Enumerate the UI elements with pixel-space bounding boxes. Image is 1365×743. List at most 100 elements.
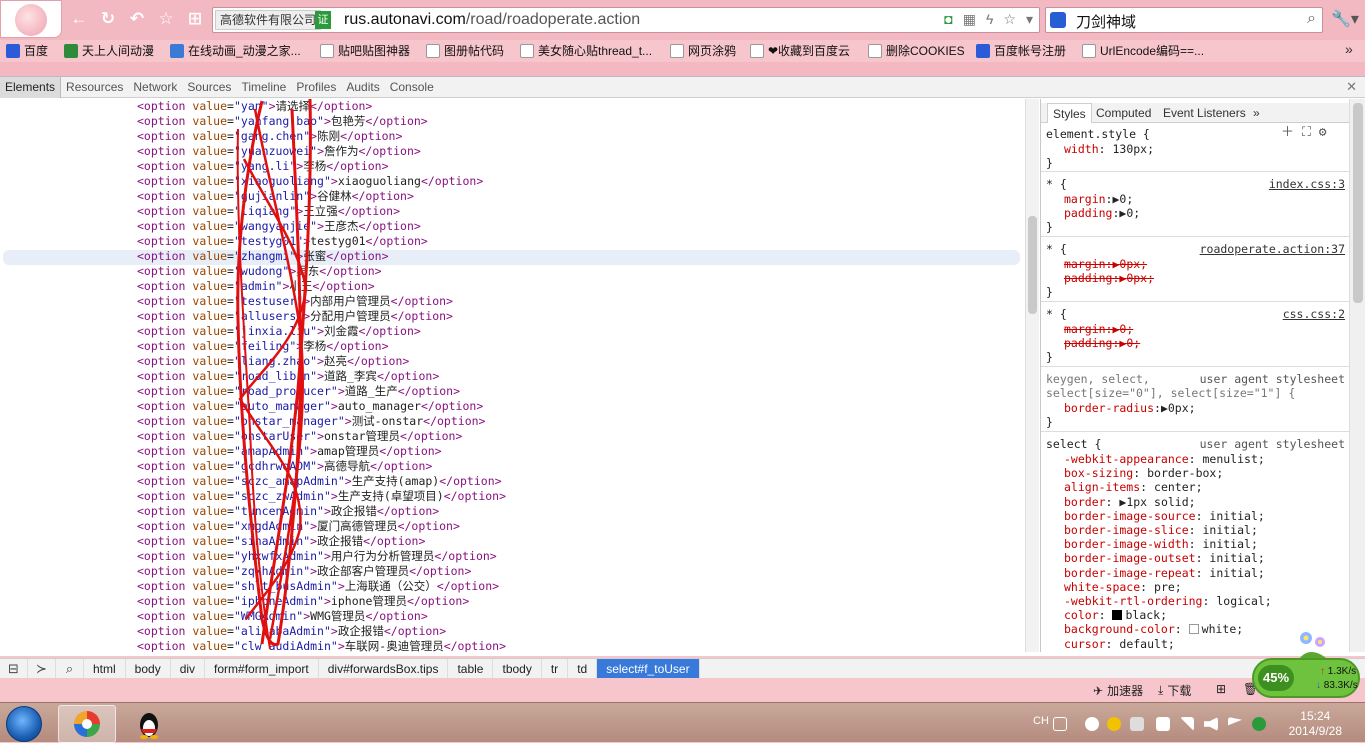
breadcrumb-item[interactable]: tr bbox=[542, 658, 569, 680]
dock-icon[interactable]: ⊟ bbox=[0, 658, 28, 680]
breadcrumb-item[interactable]: html bbox=[84, 658, 126, 680]
dom-node-option[interactable]: <option value="shlt_busAdmin">上海联通（公交）</… bbox=[137, 579, 499, 594]
style-property[interactable]: border-radius:▶0px; bbox=[1064, 401, 1196, 415]
dom-node-option[interactable]: <option value="liang.zhao">赵亮</option> bbox=[137, 354, 409, 369]
style-property[interactable]: box-sizing: border-box; bbox=[1064, 466, 1223, 480]
breadcrumb-item[interactable]: tbody bbox=[493, 658, 542, 680]
dom-node-option[interactable]: <option value="yang.li">李杨</option> bbox=[137, 159, 389, 174]
search-icon[interactable]: ⌕ bbox=[1307, 10, 1316, 28]
style-property[interactable]: -webkit-appearance: menulist; bbox=[1064, 452, 1265, 466]
dom-node-option[interactable]: <option value="onstarUser">onstar管理员</op… bbox=[137, 429, 462, 444]
search-box[interactable]: 🐾 刀剑神域 ⌕ bbox=[1045, 7, 1323, 33]
breadcrumb-item[interactable]: table bbox=[448, 658, 494, 680]
qq-tray-icon[interactable] bbox=[1107, 717, 1121, 731]
tab-audits[interactable]: Audits bbox=[341, 77, 384, 98]
style-property[interactable]: background-color: white; bbox=[1064, 622, 1243, 636]
breadcrumb-item[interactable]: select#f_toUser bbox=[597, 658, 700, 680]
dom-node-option[interactable]: <option value="WMGAdmin">WMG管理员</option> bbox=[137, 609, 428, 624]
dom-node-option[interactable]: <option value="zqkhAdmin">政企部客户管理员</opti… bbox=[137, 564, 471, 579]
style-property[interactable]: color: black; bbox=[1064, 608, 1167, 622]
refresh-icon[interactable]: ↻ bbox=[97, 8, 119, 30]
qr-icon[interactable]: ▦ bbox=[963, 11, 976, 28]
url-text[interactable]: rus.autonavi.com/road/roadoperate.action bbox=[344, 11, 640, 29]
more-tabs-icon[interactable]: » bbox=[1248, 103, 1265, 123]
rule-source-link[interactable]: css.css:2 bbox=[1283, 307, 1345, 321]
style-property[interactable]: -webkit-rtl-ordering: logical; bbox=[1064, 594, 1272, 608]
address-bar[interactable]: 高德软件有限公司 证 rus.autonavi.com/road/roadope… bbox=[212, 7, 1040, 33]
dom-node-option[interactable]: <option value="wudong">吴东</option> bbox=[137, 264, 382, 279]
usb-icon[interactable] bbox=[1156, 717, 1170, 731]
dom-tree[interactable]: <option value="yan">请选择</option> <option … bbox=[0, 99, 1025, 652]
bookmark-item[interactable]: 贴吧贴图神器 bbox=[320, 42, 410, 59]
dom-node-option[interactable]: <option value="gujianlin">谷健林</option> bbox=[137, 189, 414, 204]
dom-node-option[interactable]: <option value="road_producer">道路_生产</opt… bbox=[137, 384, 460, 399]
new-window-icon[interactable]: ⊞ bbox=[1216, 682, 1226, 696]
breadcrumb-item[interactable]: body bbox=[126, 658, 171, 680]
bookmark-item[interactable]: 百度 bbox=[6, 42, 48, 59]
dom-node-option[interactable]: <option value="road_libin">道路_李宾</option… bbox=[137, 369, 439, 384]
signal-icon[interactable] bbox=[1180, 717, 1194, 731]
overridden-property[interactable]: margin:▶0px; bbox=[1064, 257, 1147, 271]
dom-node-option[interactable]: <option value="testuser">内部用户管理员</option… bbox=[137, 294, 453, 309]
dom-node-option[interactable]: <option value="feiling">李杨</option> bbox=[137, 339, 389, 354]
dom-node-option[interactable]: <option value="clw_audiAdmin">车联网-奥迪管理员<… bbox=[137, 639, 506, 652]
security-tray-icon[interactable] bbox=[1252, 717, 1266, 731]
style-property[interactable]: margin:▶0; bbox=[1064, 192, 1133, 206]
dom-node-option[interactable]: <option value="sinaAdmin">政企报错</option> bbox=[137, 534, 425, 549]
volume-icon[interactable] bbox=[1204, 717, 1218, 731]
dom-node-option[interactable]: <option value="liqiang">王立强</option> bbox=[137, 204, 400, 219]
taskbar-qq-app[interactable] bbox=[120, 705, 178, 743]
style-actions[interactable]: ＋ ⛶ ⚙ bbox=[1281, 126, 1327, 140]
overridden-property[interactable]: padding:▶0; bbox=[1064, 336, 1140, 350]
wrench-menu-icon[interactable]: 🔧▾ bbox=[1331, 9, 1359, 29]
dom-node-option[interactable]: <option value="yan">请选择</option> bbox=[137, 99, 372, 114]
scrollbar-thumb[interactable] bbox=[1028, 216, 1037, 314]
dom-node-option[interactable]: <option value="tuncenAdmin">政企报错</option… bbox=[137, 504, 439, 519]
dom-node-option[interactable]: <option value="wangyanjie">王彦杰</option> bbox=[137, 219, 421, 234]
style-property[interactable]: border-image-repeat: initial; bbox=[1064, 566, 1265, 580]
dom-node-option[interactable]: <option value="alibabaAdmin">政企报错</optio… bbox=[137, 624, 446, 639]
bookmark-item[interactable]: ❤收藏到百度云 bbox=[750, 42, 850, 59]
back-icon[interactable]: ← bbox=[68, 8, 90, 30]
tab-timeline[interactable]: Timeline bbox=[236, 77, 291, 98]
dom-node-option[interactable]: <option value="xiaoguoliang">xiaoguolian… bbox=[137, 174, 483, 189]
rule-source-link[interactable]: index.css:3 bbox=[1269, 177, 1345, 191]
dom-node-option[interactable]: <option value="yhxwfxAdmin">用户行为分析管理员</o… bbox=[137, 549, 497, 564]
breadcrumb-item[interactable]: form#form_import bbox=[205, 658, 319, 680]
style-property[interactable]: border: ▶1px solid; bbox=[1064, 495, 1196, 509]
dom-node-option[interactable]: <option value="auto_manager">auto_manage… bbox=[137, 399, 483, 414]
gear-icon[interactable]: ⚙ bbox=[1319, 125, 1327, 140]
undo-icon[interactable]: ↶ bbox=[126, 8, 148, 30]
bookmark-item[interactable]: UrlEncode编码==... bbox=[1082, 42, 1204, 59]
tab-resources[interactable]: Resources bbox=[61, 77, 128, 98]
download-button[interactable]: ⤓ 下载 bbox=[1158, 682, 1191, 699]
style-property[interactable]: border-image-width: initial; bbox=[1064, 537, 1258, 551]
flag-icon[interactable] bbox=[1228, 717, 1242, 726]
style-property[interactable]: border-image-source: initial; bbox=[1064, 509, 1265, 523]
element-state-icon[interactable]: ⛶ bbox=[1302, 125, 1311, 140]
dom-node-option[interactable]: <option value="yuanzuowei">詹作为</option> bbox=[137, 144, 421, 159]
dom-node-option[interactable]: <option value="zhangmi">张蜜</option> bbox=[137, 249, 389, 264]
close-icon[interactable]: ✕ bbox=[1346, 79, 1357, 95]
add-rule-icon[interactable]: ＋ bbox=[1281, 125, 1294, 140]
bookmark-item[interactable]: 天上人间动漫 bbox=[64, 42, 154, 59]
dom-node-option[interactable]: <option value="yanfang.bao">包艳芳</option> bbox=[137, 114, 428, 129]
tab-computed[interactable]: Computed bbox=[1091, 103, 1156, 123]
bookmark-item[interactable]: 在线动画_动漫之家... bbox=[170, 42, 301, 59]
tab-network[interactable]: Network bbox=[128, 77, 182, 98]
dom-node-option[interactable]: <option value="gcdhrwqADM">高德导航</option> bbox=[137, 459, 432, 474]
ev-certificate-icon[interactable]: 证 bbox=[315, 11, 331, 29]
style-property[interactable]: align-items: center; bbox=[1064, 480, 1203, 494]
bookmark-item[interactable]: 美女随心贴thread_t... bbox=[520, 42, 652, 59]
rule-source-link[interactable]: roadoperate.action:37 bbox=[1200, 242, 1345, 256]
color-swatch[interactable] bbox=[1188, 624, 1199, 635]
dom-node-option[interactable]: <option value="testyg01">testyg01</optio… bbox=[137, 234, 428, 249]
dom-node-option[interactable]: <option value="admin">小王</option> bbox=[137, 279, 375, 294]
style-property[interactable]: width: 130px; bbox=[1064, 142, 1154, 156]
bookmark-star-icon[interactable]: ☆ bbox=[155, 8, 177, 30]
favorite-star-icon[interactable]: ☆ bbox=[1003, 11, 1016, 28]
search-icon[interactable]: ⌕ bbox=[56, 658, 84, 680]
bookmark-item[interactable]: 删除COOKIES bbox=[868, 42, 965, 59]
tab-console[interactable]: Console bbox=[385, 77, 439, 98]
dom-node-option[interactable]: <option value="jinxia.liu">刘金霞</option> bbox=[137, 324, 421, 339]
